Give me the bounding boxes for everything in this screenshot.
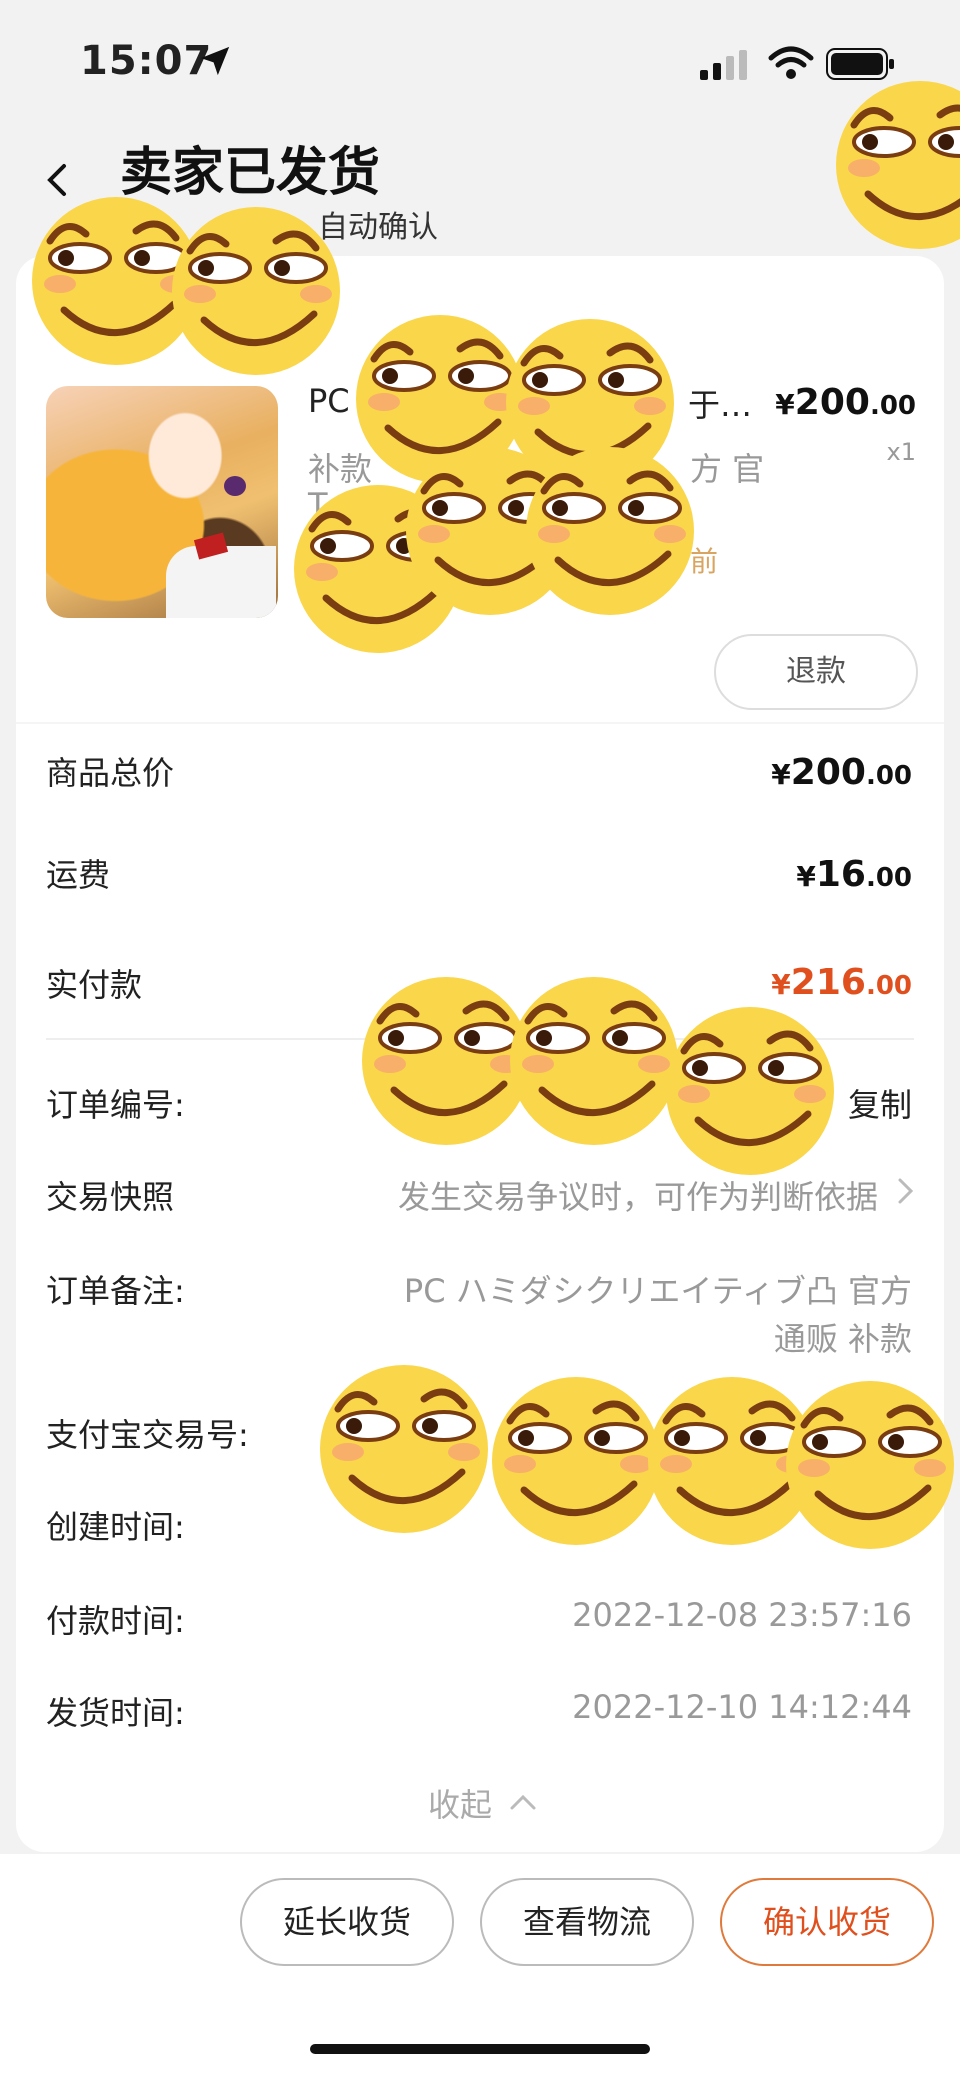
location-arrow-icon (200, 46, 230, 76)
emoji-sticker-icon (166, 196, 346, 376)
paid-time-value: 2022-12-08 23:57:16 (572, 1596, 912, 1634)
wifi-icon (768, 46, 814, 79)
collapse-button[interactable]: 收起 (428, 1780, 492, 1826)
status-time: 15:07 (80, 38, 213, 84)
subtotal-value: ¥200.00 (771, 752, 912, 793)
chevron-right-icon[interactable] (896, 1176, 916, 1206)
paid-time-label: 付款时间: (46, 1602, 185, 1640)
product-variant-tail: 方 官 (690, 450, 765, 488)
created-time-label: 创建时间: (46, 1508, 185, 1546)
snapshot-value[interactable]: 发生交易争议时，可作为判断依据 (398, 1172, 878, 1218)
product-title-tail: 于… (688, 386, 753, 424)
copy-order-number-button[interactable]: 复制 (848, 1080, 912, 1126)
subtotal-label: 商品总价 (46, 754, 175, 792)
shipping-label: 运费 (46, 856, 111, 894)
order-remark-line1: PC ハミダシクリエイティブ凸 官方 (403, 1272, 912, 1310)
order-remark-label: 订单备注: (46, 1272, 185, 1310)
view-logistics-button[interactable]: 查看物流 (480, 1878, 694, 1966)
shipped-time-value: 2022-12-10 14:12:44 (572, 1688, 912, 1726)
total-paid-label: 实付款 (46, 966, 143, 1004)
emoji-sticker-icon (314, 1354, 494, 1534)
section-separator (16, 722, 944, 724)
snapshot-label[interactable]: 交易快照 (46, 1172, 174, 1218)
order-number-label: 订单编号: (46, 1086, 185, 1124)
alipay-trade-number-label: 支付宝交易号: (46, 1416, 249, 1454)
shipped-time-label: 发货时间: (46, 1694, 185, 1732)
home-indicator (310, 2044, 650, 2054)
emoji-sticker-icon (504, 966, 684, 1146)
order-remark-line2: 通贩 补款 (773, 1320, 912, 1358)
extend-receipt-button[interactable]: 延长收货 (240, 1878, 454, 1966)
product-thumbnail[interactable] (46, 386, 278, 618)
shipping-value: ¥16.00 (796, 854, 912, 895)
confirm-receipt-button[interactable]: 确认收货 (720, 1878, 934, 1966)
emoji-sticker-icon (830, 70, 960, 250)
cellular-signal-icon (700, 50, 747, 80)
product-price: ¥200.00 (775, 382, 916, 423)
refund-button[interactable]: 退款 (714, 634, 918, 710)
emoji-sticker-icon (660, 996, 840, 1176)
product-quantity: x1 (886, 438, 916, 466)
chevron-up-icon[interactable] (508, 1792, 538, 1812)
emoji-sticker-icon (780, 1370, 960, 1550)
emoji-sticker-icon (520, 436, 700, 616)
emoji-sticker-icon (486, 1366, 666, 1546)
